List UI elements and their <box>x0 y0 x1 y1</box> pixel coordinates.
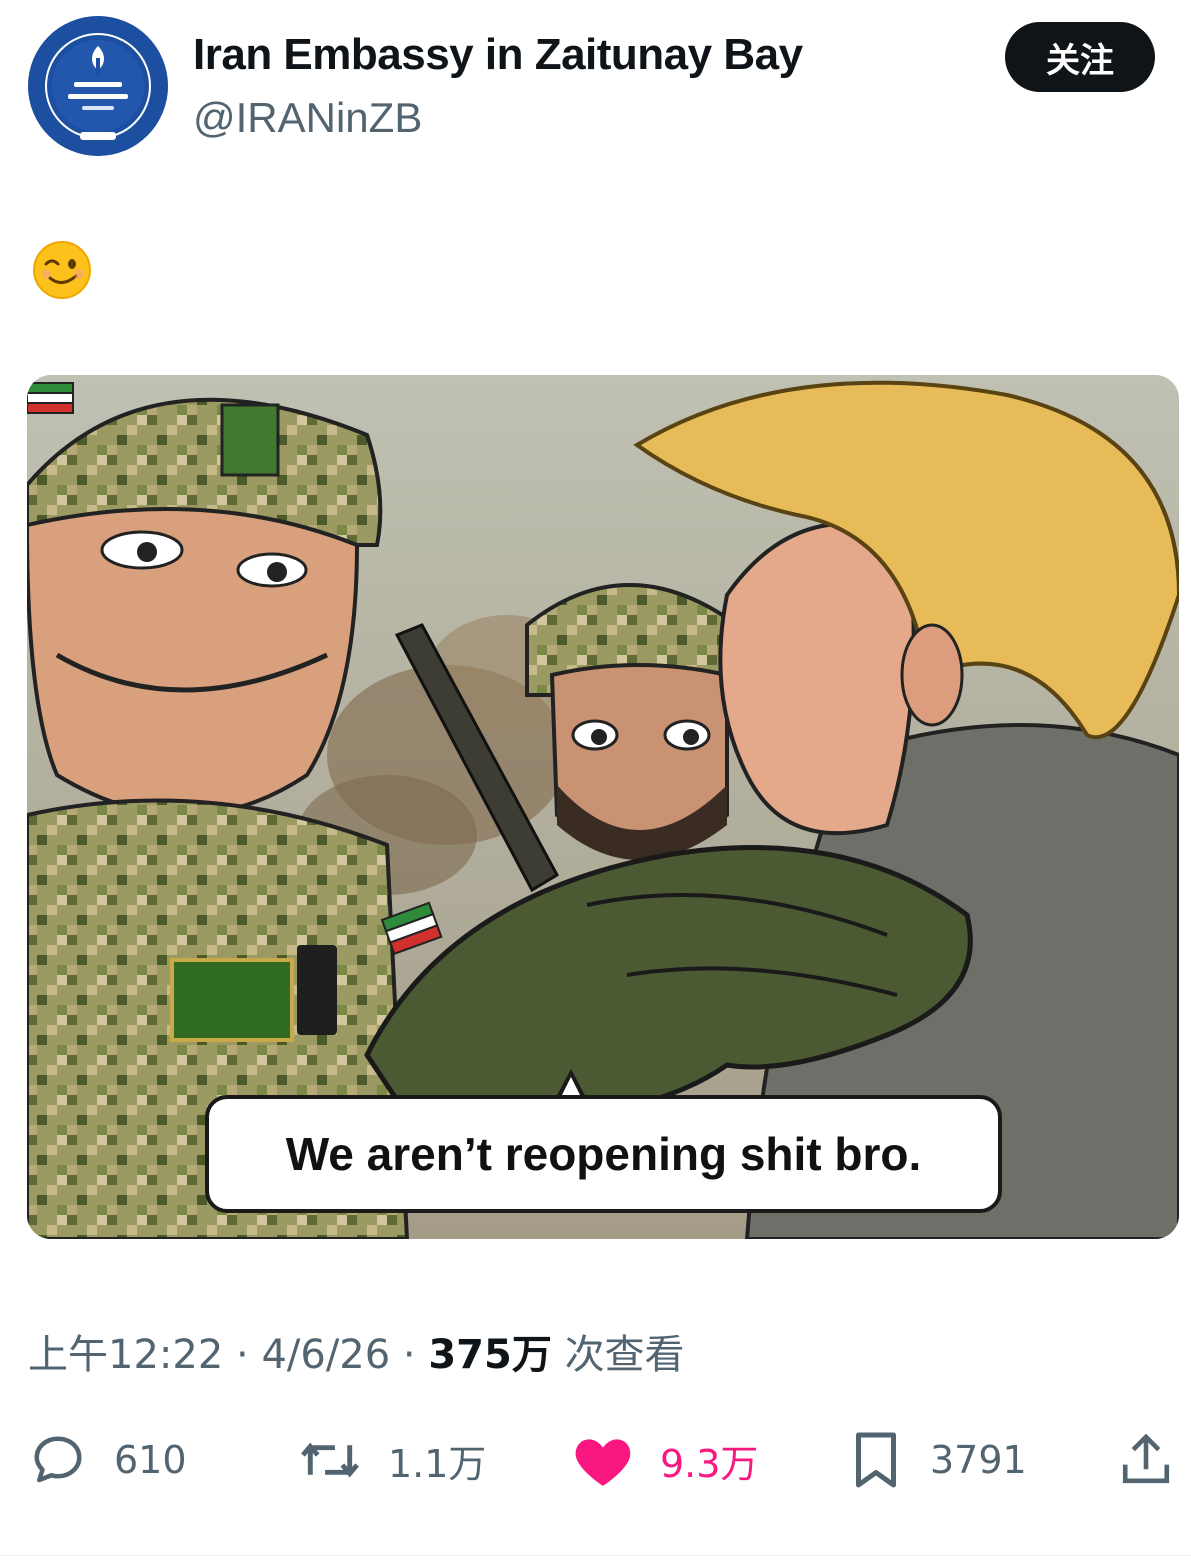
action-bar: 610 1.1万 9.3万 3791 <box>0 1420 1191 1500</box>
post-time[interactable]: 上午12:22 <box>28 1332 223 1378</box>
bookmark-count: 3791 <box>930 1438 1027 1482</box>
heart-filled-icon <box>575 1439 631 1486</box>
like-count: 9.3万 <box>660 1441 759 1486</box>
views-label: 次查看 <box>564 1332 685 1378</box>
post-meta: 上午12:22 · 4/6/26 · 375万 次查看 <box>28 1322 685 1380</box>
divider <box>0 1555 1191 1556</box>
author-handle[interactable]: @IRANinZB <box>193 94 422 142</box>
winking-face-icon <box>33 241 91 299</box>
views-count: 375万 <box>428 1332 552 1378</box>
bookmark-button[interactable]: 3791 <box>848 1420 1027 1500</box>
like-button[interactable]: 9.3万 <box>572 1420 758 1500</box>
meta-separator: · <box>402 1332 416 1378</box>
reply-button[interactable]: 610 <box>28 1420 187 1500</box>
reply-count: 610 <box>114 1438 187 1482</box>
repost-button[interactable]: 1.1万 <box>298 1420 486 1500</box>
share-icon <box>1122 1433 1170 1484</box>
reply-icon <box>34 1436 82 1483</box>
meta-separator: · <box>236 1332 249 1378</box>
avatar[interactable] <box>28 16 168 156</box>
author-name[interactable]: Iran Embassy in Zaitunay Bay <box>193 30 803 80</box>
speech-bubble: We aren’t reopening shit bro. <box>205 1095 1002 1213</box>
post-image[interactable]: We aren’t reopening shit bro. <box>27 375 1179 1239</box>
follow-button[interactable]: 关注 <box>1005 22 1155 92</box>
embassy-seal-icon <box>28 16 168 156</box>
post-date[interactable]: 4/6/26 <box>261 1332 390 1378</box>
repost-icon <box>301 1442 359 1478</box>
share-button[interactable] <box>1118 1420 1174 1500</box>
repost-count: 1.1万 <box>388 1441 487 1486</box>
bookmark-icon <box>856 1432 896 1488</box>
